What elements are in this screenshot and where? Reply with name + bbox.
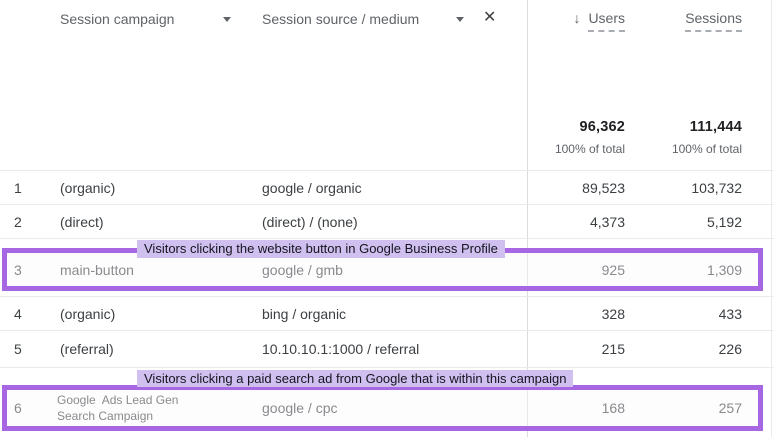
cell-users: 168 xyxy=(601,400,625,416)
table-row-highlighted: 6 Google Ads Lead Gen Search Campaign go… xyxy=(0,390,774,426)
table-row: 5 (referral) 10.10.10.1:1000 / referral … xyxy=(0,331,774,367)
cell-session-campaign: (organic) xyxy=(60,179,116,196)
cell-session-campaign: (organic) xyxy=(60,305,116,322)
cell-sessions: 257 xyxy=(718,400,742,416)
cell-session-campaign: main-button xyxy=(60,261,134,278)
cell-users: 89,523 xyxy=(582,179,625,196)
totals-sessions-value: 111,444 xyxy=(689,119,742,135)
cell-source-medium: bing / organic xyxy=(262,305,347,322)
header-sessions-label[interactable]: Sessions xyxy=(685,10,742,32)
table-row: 4 (organic) bing / organic 328 433 xyxy=(0,297,774,330)
header-session-campaign[interactable]: Session campaign xyxy=(60,11,174,27)
cell-sessions: 226 xyxy=(718,341,742,357)
row-divider xyxy=(0,367,774,368)
cell-users: 925 xyxy=(601,261,625,278)
cell-users: 215 xyxy=(601,341,625,357)
cell-source-medium: google / gmb xyxy=(262,261,343,278)
row-index: 2 xyxy=(14,213,22,230)
table-row: 1 (organic) google / organic 89,523 103,… xyxy=(0,171,774,204)
cell-sessions: 433 xyxy=(718,305,742,322)
cell-source-medium: google / organic xyxy=(262,179,362,196)
row-index: 3 xyxy=(14,261,22,278)
table-row: 2 (direct) (direct) / (none) 4,373 5,192 xyxy=(0,205,774,238)
annotation-label-gmb: Visitors clicking the website button in … xyxy=(137,240,505,258)
cell-sessions: 1,309 xyxy=(706,261,742,278)
row-index: 6 xyxy=(14,400,22,416)
row-index: 1 xyxy=(14,179,22,196)
analytics-table: Session campaign Session source / medium… xyxy=(0,0,774,437)
header-sessions[interactable]: Sessions xyxy=(572,10,742,32)
cell-sessions: 103,732 xyxy=(691,179,742,196)
cell-users: 328 xyxy=(601,305,625,322)
chevron-down-icon[interactable] xyxy=(223,17,231,22)
cell-sessions: 5,192 xyxy=(706,213,742,230)
annotation-label-cpc: Visitors clicking a paid search ad from … xyxy=(137,370,574,387)
cell-source-medium: google / cpc xyxy=(262,400,338,416)
row-index: 5 xyxy=(14,341,22,357)
cell-session-campaign: Google Ads Lead Gen Search Campaign xyxy=(57,393,179,423)
totals-sessions-percent: 100% of total xyxy=(671,142,742,156)
header-session-source-medium[interactable]: Session source / medium xyxy=(262,11,419,27)
cell-users: 4,373 xyxy=(589,213,625,230)
cell-source-medium: 10.10.10.1:1000 / referral xyxy=(262,341,420,357)
cell-source-medium: (direct) / (none) xyxy=(262,213,358,230)
row-divider xyxy=(0,238,774,239)
totals-sessions: 111,444 100% of total xyxy=(572,119,742,156)
cell-session-campaign: (referral) xyxy=(60,341,114,357)
row-index: 4 xyxy=(14,305,22,322)
cell-session-campaign: (direct) xyxy=(60,213,104,230)
